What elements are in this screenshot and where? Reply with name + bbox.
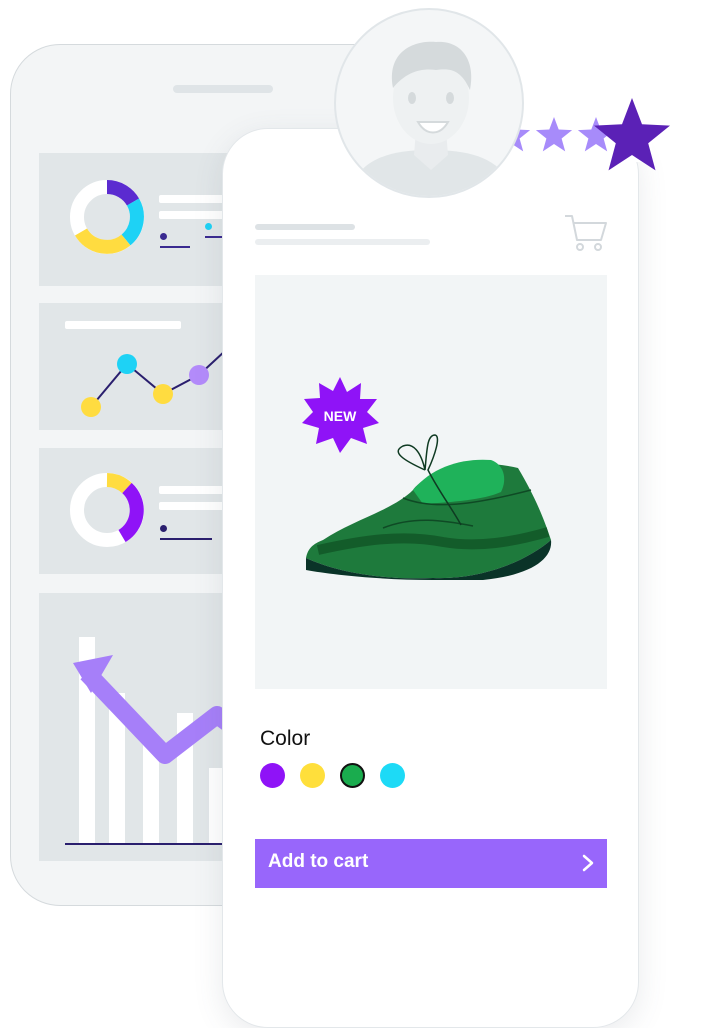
donut-chart-icon [70, 179, 144, 254]
star-icon [535, 117, 573, 152]
color-swatch-yellow[interactable] [300, 763, 325, 788]
shoe-image [306, 434, 552, 580]
legend-line [160, 246, 190, 248]
color-swatch-green[interactable] [340, 763, 365, 788]
add-to-cart-label: Add to cart [268, 851, 369, 872]
add-to-cart-button[interactable]: Add to cart [255, 839, 607, 888]
color-label: Color [260, 727, 311, 750]
user-avatar-icon [334, 8, 524, 198]
chevron-right-icon [582, 854, 594, 872]
product-phone: NEW Color Add to cart [222, 128, 639, 1028]
subtitle-placeholder [255, 239, 430, 245]
speaker-bar [173, 85, 273, 93]
legend-dot [160, 233, 167, 240]
user-avatar-illustration [347, 41, 517, 196]
star-icon-highlight [594, 98, 670, 171]
color-swatch-cyan[interactable] [380, 763, 405, 788]
color-swatch-purple[interactable] [260, 763, 285, 788]
title-placeholder [255, 224, 355, 230]
legend-line [160, 538, 212, 540]
product-image-area: NEW [255, 275, 607, 689]
legend-dot [205, 223, 212, 230]
legend-dot [160, 525, 167, 532]
new-badge-label: NEW [324, 408, 357, 424]
donut-chart-icon [70, 473, 144, 547]
cart-icon[interactable] [563, 213, 609, 253]
